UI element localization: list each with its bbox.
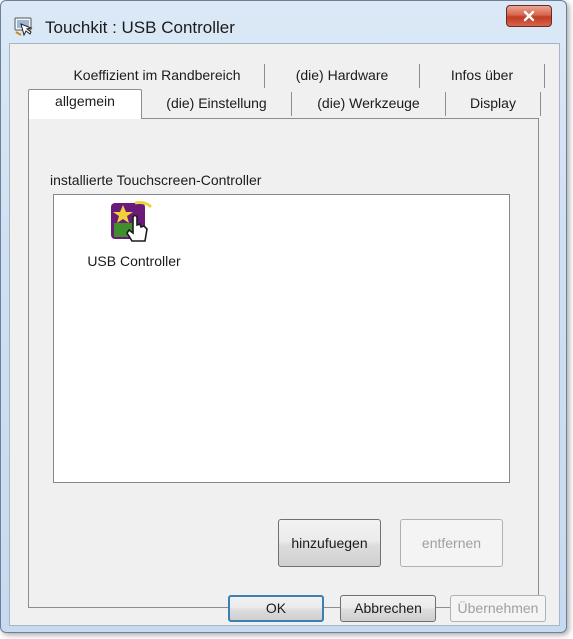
- tab-einstellung[interactable]: (die) Einstellung: [142, 92, 292, 116]
- tab-label: allgemein: [55, 93, 115, 109]
- close-button[interactable]: [506, 5, 552, 27]
- cancel-button[interactable]: Abbrechen: [340, 595, 436, 622]
- apply-button-label: Übernehmen: [457, 600, 539, 616]
- cancel-button-label: Abbrechen: [354, 600, 422, 616]
- tab-display[interactable]: Display: [446, 92, 541, 116]
- tab-label: Infos über: [450, 67, 514, 83]
- remove-button-label: entfernen: [421, 535, 482, 551]
- dialog-client-area: Koeffizient im Randbereich (die) Hardwar…: [9, 43, 560, 626]
- title-bar[interactable]: Touchkit : USB Controller: [1, 1, 566, 41]
- ok-button-label: OK: [265, 600, 287, 616]
- tab-allgemein[interactable]: allgemein: [28, 89, 142, 119]
- remove-button[interactable]: entfernen: [400, 519, 503, 567]
- tab-label: Koeffizient im Randbereich: [73, 67, 241, 83]
- window-title: Touchkit : USB Controller: [45, 18, 235, 37]
- tab-label: (die) Einstellung: [166, 95, 267, 111]
- controller-label: USB Controller: [87, 253, 181, 269]
- ok-button[interactable]: OK: [228, 595, 324, 622]
- tab-label: (die) Hardware: [295, 67, 389, 83]
- tab-label: Display: [470, 95, 516, 111]
- touch-controller-icon: [111, 201, 153, 242]
- tab-werkzeuge[interactable]: (die) Werkzeuge: [292, 92, 446, 116]
- touchkit-dialog-window: Touchkit : USB Controller Koeffizient im…: [0, 0, 567, 633]
- list-item-usb-controller[interactable]: USB Controller: [82, 199, 192, 269]
- add-button-label: hinzufuegen: [291, 535, 368, 551]
- installed-controllers-label: installierte Touchscreen-Controller: [50, 172, 262, 188]
- tab-koeffizient-im-randbereich[interactable]: Koeffizient im Randbereich: [50, 64, 265, 88]
- touchkit-app-icon: [14, 17, 33, 37]
- installed-controllers-list[interactable]: USB Controller: [53, 194, 510, 483]
- tab-infos-ueber[interactable]: Infos über: [420, 64, 545, 88]
- add-button[interactable]: hinzufuegen: [278, 519, 381, 567]
- apply-button[interactable]: Übernehmen: [450, 595, 546, 622]
- tab-hardware[interactable]: (die) Hardware: [265, 64, 420, 88]
- close-icon: [523, 10, 535, 22]
- tab-label: (die) Werkzeuge: [317, 95, 420, 111]
